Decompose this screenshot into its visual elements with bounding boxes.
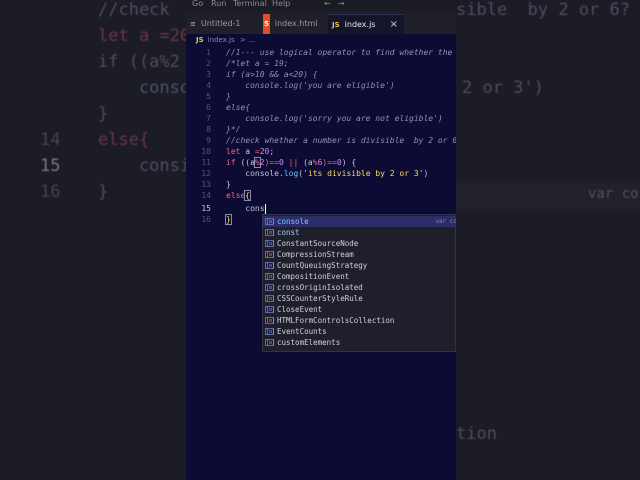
code-line-13: }: [226, 180, 231, 189]
code-line-1: //1--- use logical operator to find whet…: [226, 48, 456, 57]
background-code-line: }: [98, 182, 109, 202]
background-code-line: conso: [98, 78, 191, 98]
tab-untitled-1[interactable]: ≡ Untitled-1: [186, 14, 252, 34]
background-code-line: }: [98, 104, 109, 124]
code-line-16: }: [225, 214, 232, 225]
variable-icon: [o]: [265, 306, 276, 313]
line-number: 7: [206, 114, 211, 123]
tab-label: Untitled-1: [200, 19, 241, 28]
file-icon: ≡: [190, 20, 196, 28]
background-right-line: tion: [456, 424, 497, 444]
menu-item-go[interactable]: Go: [192, 0, 203, 8]
background-right-line: sible by 2 or 6?: [456, 0, 630, 20]
suggestion-item[interactable]: [o] CompressionStream: [263, 249, 456, 260]
code-line-12: console.log('its divisible by 2 or 3'): [226, 169, 429, 178]
suggestion-item[interactable]: [o] customElements: [263, 337, 456, 348]
vscode-window: Go Run Terminal Help ← → ≡ Untitled-1 5 in…: [186, 0, 456, 480]
tab-label: index.js: [344, 20, 376, 29]
variable-icon: [o]: [265, 284, 276, 291]
suggestion-item[interactable]: [o] HTMLFormControlsCollection: [263, 315, 456, 326]
line-number: 14: [201, 191, 211, 200]
line-number: 1: [206, 48, 211, 57]
forward-arrow-icon[interactable]: →: [338, 0, 345, 8]
suggestion-item[interactable]: [o] EventCounts: [263, 326, 456, 337]
line-number: 12: [201, 169, 211, 178]
close-icon[interactable]: ×: [390, 15, 398, 35]
variable-icon: [o]: [265, 295, 276, 302]
code-line-15: cons: [226, 203, 266, 214]
line-number: 5: [206, 92, 211, 101]
variable-icon: [o]: [265, 328, 276, 335]
background-code-line: if ((a%2: [98, 52, 180, 72]
variable-icon: [o]: [265, 339, 276, 346]
code-line-14: else{: [226, 190, 252, 201]
suggestion-item[interactable]: [o] ConstantSourceNode: [263, 238, 456, 249]
variable-icon: [o]: [265, 317, 276, 324]
code-line-11: if ((a%2)==0 || (a%6)==0) {: [226, 157, 357, 168]
tab-bar: ≡ Untitled-1 5 index.html JS index.js ×: [186, 14, 456, 35]
autocomplete-popup: [o] console var co [o] const [o] ConstantS…: [262, 214, 456, 352]
breadcrumb: JS index.js >...: [186, 34, 456, 47]
js-icon: JS: [332, 21, 340, 29]
background-line-number: 16: [40, 182, 61, 202]
breadcrumb-rest[interactable]: ...: [249, 36, 256, 44]
variable-icon: [o]: [265, 240, 276, 247]
line-number: 10: [201, 147, 211, 156]
code-line-8: }*/: [226, 125, 241, 134]
variable-icon: [o]: [265, 251, 276, 258]
background-line-number: 15: [40, 156, 61, 176]
line-number: 3: [206, 70, 211, 79]
text-cursor: [264, 203, 266, 214]
variable-icon: [o]: [265, 273, 276, 280]
menu-item-terminal[interactable]: Terminal: [233, 0, 267, 8]
js-icon: JS: [196, 36, 204, 44]
line-number: 4: [206, 81, 211, 90]
line-number: 6: [206, 103, 211, 112]
tab-index-html[interactable]: 5 index.html: [259, 14, 327, 34]
code-line-10: let a =20;: [226, 147, 275, 156]
code-line-5: }: [226, 92, 231, 101]
background-right-line: 2 or 3'): [462, 78, 544, 98]
line-number: 11: [201, 158, 211, 167]
line-number: 13: [201, 180, 211, 189]
suggestion-item[interactable]: [o] CountQueuingStrategy: [263, 260, 456, 271]
suggestion-item[interactable]: [o] CompositionEvent: [263, 271, 456, 282]
line-number: 2: [206, 59, 211, 68]
background-right-line: var co: [588, 186, 639, 202]
line-number: 9: [206, 136, 211, 145]
code-editor[interactable]: 1 2 3 4 5 6 7 8 9 10 11 12 13 14 15 16 /…: [186, 47, 456, 480]
line-number: 16: [201, 215, 211, 224]
background-code-line: consi: [98, 156, 191, 176]
code-line-2: /*let a = 19;: [226, 59, 289, 68]
line-number: 8: [206, 125, 211, 134]
tab-index-js[interactable]: JS index.js ×: [328, 14, 404, 35]
code-line-9: //check whether a number is divisible by…: [226, 136, 456, 145]
suggestion-item[interactable]: [o] CSSCounterStyleRule: [263, 293, 456, 304]
background-line-number: 14: [40, 130, 61, 150]
breadcrumb-file[interactable]: index.js: [208, 36, 235, 44]
menu-bar: Go Run Terminal Help ← →: [186, 0, 456, 10]
background-code-line: else{: [98, 130, 150, 150]
background-code-line: let a =20: [98, 26, 191, 46]
menu-item-run[interactable]: Run: [211, 0, 226, 8]
variable-icon: [o]: [265, 262, 276, 269]
menu-item-help[interactable]: Help: [272, 0, 290, 8]
code-line-4: console.log('you are eligible'): [226, 81, 395, 90]
code-line-7: console.log('sorry you are not eligible'…: [226, 114, 443, 123]
background-code-line: //check: [98, 0, 170, 20]
variable-icon: [o]: [265, 229, 276, 236]
code-line-6: else{: [226, 103, 251, 112]
suggestion-item[interactable]: [o] CloseEvent: [263, 304, 456, 315]
tab-label: index.html: [274, 19, 318, 28]
back-arrow-icon[interactable]: ←: [324, 0, 331, 8]
html5-icon: 5: [263, 14, 270, 34]
line-number-current: 15: [201, 204, 211, 213]
suggestion-item[interactable]: [o] const: [263, 227, 456, 238]
variable-icon: [o]: [265, 218, 276, 225]
suggestion-detail: var co: [435, 218, 456, 225]
breadcrumb-separator: >: [239, 36, 246, 44]
suggestion-item[interactable]: [o] console var co: [263, 216, 456, 227]
code-line-3: if (a>10 && a<20) {: [226, 70, 318, 79]
suggestion-item[interactable]: [o] crossOriginIsolated: [263, 282, 456, 293]
